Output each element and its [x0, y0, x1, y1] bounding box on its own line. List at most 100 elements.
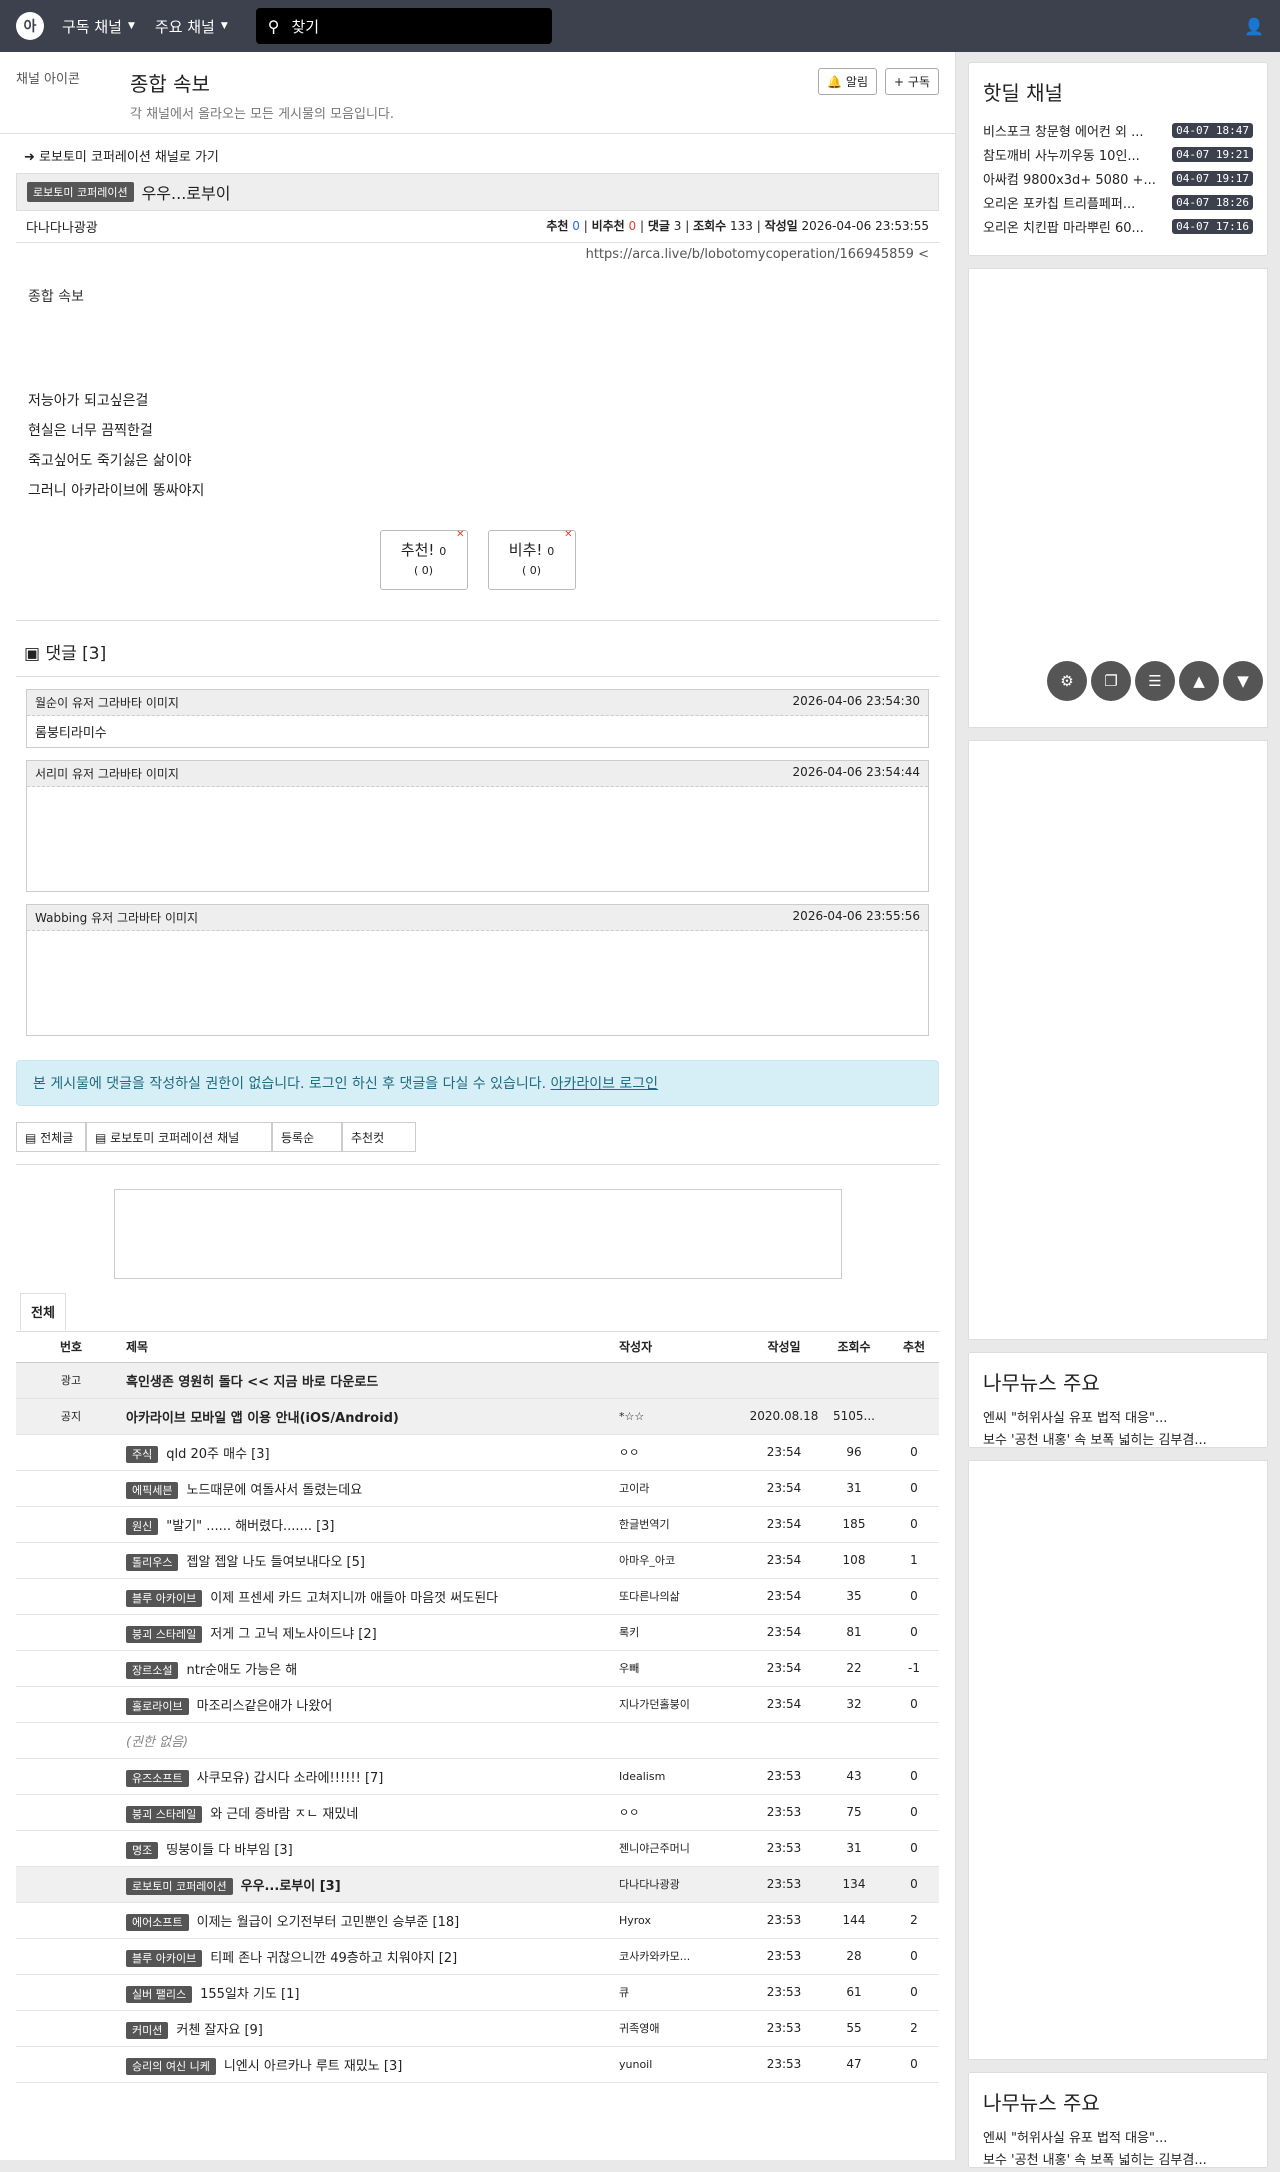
share-icon[interactable]: < — [918, 247, 929, 262]
table-row[interactable]: (권한 없음) — [16, 1722, 939, 1759]
category-badge[interactable]: 명조 — [126, 1841, 159, 1859]
table-row[interactable]: 붕괴 스타레일 와 근데 증바람 ㅈㄴ 재밌네 ㅇㅇ 23:53 75 0 — [16, 1794, 939, 1831]
table-row[interactable]: 에어소프트 이제는 월급이 오기전부터 고민뿐인 승부준 [18] Hyrox 23:… — [16, 1902, 939, 1939]
table-row[interactable]: 주식 qld 20주 매수 [3] ㅇㅇ 23:54 96 0 — [16, 1434, 939, 1471]
post-title[interactable]: 노드때문에 여돌사서 돌렸는데요 — [186, 1483, 362, 1498]
post-author[interactable]: 우빼 — [619, 1662, 639, 1675]
subscribe-button[interactable]: + 구독 — [885, 68, 939, 95]
banner-ad[interactable] — [113, 1189, 842, 1279]
category-badge[interactable]: 장르소설 — [126, 1661, 179, 1679]
category-badge[interactable]: 유즈소프트 — [126, 1769, 189, 1787]
comment-author[interactable]: Wabbing — [35, 911, 87, 925]
arrow-up-icon[interactable]: ▲ — [1179, 661, 1219, 701]
category-badge[interactable]: 로보토미 코퍼레이션 — [27, 182, 134, 202]
table-row[interactable]: 공지 아카라이브 모바일 앱 이용 안내(iOS/Android) *☆☆ 2020.… — [16, 1398, 939, 1435]
back-to-channel-link[interactable]: ➜ 로보토미 코퍼레이션 채널로 가기 — [16, 134, 939, 173]
hotdeal-item[interactable]: 오리온 포카칩 트리플페퍼... 04-07 18:26 — [983, 190, 1253, 214]
author-name[interactable]: 다나다나광광 — [26, 217, 98, 236]
news-item[interactable]: 엔씨 "허위사실 유포 법적 대응"... — [983, 1408, 1253, 1430]
post-title[interactable]: 이제 프센세 카드 고쳐지니까 애들아 마음껏 써도된다 — [210, 1591, 498, 1606]
post-title[interactable]: 마조리스같은애가 나왔어 — [197, 1699, 333, 1714]
post-title[interactable]: qld 20주 매수 [3] — [166, 1447, 269, 1462]
category-badge[interactable]: 로보토미 코퍼레이션 — [126, 1877, 233, 1895]
hotdeal-item[interactable]: 아싸컴 9800x3d+ 5080 +... 04-07 19:17 — [983, 166, 1253, 190]
comment-author[interactable]: 서리미 — [35, 767, 68, 781]
category-badge[interactable]: 붕괴 스타레일 — [126, 1805, 203, 1823]
table-row[interactable]: 로보토미 코퍼레이션 우우...로부이 [3] 다나다나광광 23:53 134 0 — [16, 1866, 939, 1903]
post-title[interactable]: 티페 존나 귀찮으니깐 49층하고 치워야지 [2] — [210, 1951, 457, 1966]
post-author[interactable]: 귀족영애 — [619, 2022, 659, 2035]
alarm-button[interactable]: 🔔 알림 — [818, 68, 878, 95]
side-ad[interactable]: ⚙ ❐ ☰ ▲ ▼ — [968, 268, 1268, 728]
post-author[interactable]: ㅇㅇ — [619, 1446, 639, 1459]
post-author[interactable]: 록키 — [619, 1626, 639, 1639]
news-item[interactable]: 보수 '공천 내홍' 속 보폭 넓히는 김부겸... — [983, 1430, 1253, 1452]
post-author[interactable]: *☆☆ — [619, 1410, 644, 1423]
article-url[interactable]: https://arca.live/b/lobotomycoperation/1… — [16, 243, 939, 266]
arrow-down-icon[interactable]: ▼ — [1223, 661, 1263, 701]
table-row[interactable]: 블루 아카이브 이제 프센세 카드 고쳐지니까 애들아 마음껏 써도된다 또다른나의… — [16, 1578, 939, 1615]
post-title[interactable]: 와 근데 증바람 ㅈㄴ 재밌네 — [210, 1807, 358, 1822]
list-icon[interactable]: ☰ — [1135, 661, 1175, 701]
post-author[interactable]: Idealism — [619, 1770, 665, 1783]
post-title[interactable]: 155일차 기도 [1] — [200, 1987, 299, 2002]
category-badge[interactable]: 에픽세븐 — [126, 1481, 179, 1499]
table-row[interactable]: 붕괴 스타레일 저게 그 고닉 제노사이드냐 [2] 록키 23:54 81 0 — [16, 1614, 939, 1651]
news-item[interactable]: 보수 '공천 내홍' 속 보폭 넓히는 김부겸... — [983, 2150, 1253, 2172]
downvote-button[interactable]: ✕ 비추! 0 ( 0) — [487, 529, 576, 590]
table-row[interactable]: 홀로라이브 마조리스같은애가 나왔어 지나가던홀붕이 23:54 32 0 — [16, 1686, 939, 1723]
category-badge[interactable]: 붕괴 스타레일 — [126, 1625, 203, 1643]
post-author[interactable]: ㅇㅇ — [619, 1806, 639, 1819]
post-title[interactable]: 우우...로부이 [3] — [241, 1879, 341, 1894]
logo-icon[interactable]: 아 — [16, 12, 44, 40]
comment-author[interactable]: 월순이 — [35, 696, 68, 710]
post-author[interactable]: 젠니야근주머니 — [619, 1842, 690, 1855]
sort-select[interactable]: 등록순 — [272, 1122, 342, 1152]
table-row[interactable]: 톨리우스 젭알 젭알 나도 들여보내다오 [5] 아마우_아코 23:54 108 1 — [16, 1542, 939, 1579]
board-title[interactable]: 종합 속보 — [130, 68, 394, 97]
table-row[interactable]: 승리의 여신 니케 니엔시 아르카나 루트 재밌노 [3] yunoil 23:53 4… — [16, 2046, 939, 2083]
table-row[interactable]: 실버 팰리스 155일차 기도 [1] 큐 23:53 61 0 — [16, 1974, 939, 2011]
side-ad[interactable] — [968, 740, 1268, 1340]
hotdeal-title[interactable]: 핫딜 채널 — [983, 77, 1253, 106]
post-author[interactable]: Hyrox — [619, 1914, 651, 1927]
post-author[interactable]: 아마우_아코 — [619, 1554, 675, 1567]
table-row[interactable]: 명조 띵붕이들 다 바부임 [3] 젠니야근주머니 23:53 31 0 — [16, 1830, 939, 1867]
copy-icon[interactable]: ❐ — [1091, 661, 1131, 701]
search-input[interactable]: ⚲ 찾기 — [255, 8, 552, 44]
post-author[interactable]: 고이라 — [619, 1482, 649, 1495]
news-title[interactable]: 나무뉴스 주요 — [983, 1367, 1253, 1396]
category-badge[interactable]: 승리의 여신 니케 — [126, 2057, 216, 2075]
post-title[interactable]: 저게 그 고닉 제노사이드냐 [2] — [210, 1627, 377, 1642]
table-row[interactable]: 유즈소프트 사쿠모유) 갑시다 소라에!!!!!! [7] Idealism 23:5… — [16, 1758, 939, 1795]
post-author[interactable]: 또다른나의삶 — [619, 1590, 680, 1603]
category-badge[interactable]: 주식 — [126, 1445, 159, 1463]
hotdeal-item[interactable]: 참도깨비 사누끼우동 10인... 04-07 19:21 — [983, 142, 1253, 166]
news-item[interactable]: 엔씨 "허위사실 유포 법적 대응"... — [983, 2128, 1253, 2150]
post-author[interactable]: yunoil — [619, 2058, 652, 2071]
post-title[interactable]: 젭알 젭알 나도 들여보내다오 [5] — [186, 1555, 364, 1570]
category-badge[interactable]: 홀로라이브 — [126, 1697, 189, 1715]
hotdeal-item[interactable]: 오리온 치킨팝 마라뿌린 60... 04-07 17:16 — [983, 214, 1253, 238]
post-title[interactable]: 흑인생존 영원히 돌다 << 지금 바로 다운로드 — [126, 1375, 378, 1390]
category-badge[interactable]: 블루 아카이브 — [126, 1949, 203, 1967]
category-badge[interactable]: 원신 — [126, 1517, 159, 1535]
post-title[interactable]: 니엔시 아르카나 루트 재밌노 [3] — [224, 2059, 402, 2074]
user-icon[interactable]: 👤 — [1244, 17, 1264, 36]
category-badge[interactable]: 톨리우스 — [126, 1553, 179, 1571]
post-author[interactable]: 코사카와카모... — [619, 1950, 690, 1963]
post-title[interactable]: "발기" ...... 해버렸다....... [3] — [166, 1519, 334, 1534]
filter-all-button[interactable]: ▤ 전체글 — [16, 1122, 86, 1152]
main-channels-menu[interactable]: 주요 채널 ▼ — [155, 16, 228, 37]
category-badge[interactable]: 에어소프트 — [126, 1913, 189, 1931]
table-row[interactable]: 커미션 커첸 잘자요 [9] 귀족영애 23:53 55 2 — [16, 2010, 939, 2047]
post-author[interactable]: 다나다나광광 — [619, 1878, 680, 1891]
side-ad[interactable] — [968, 1460, 1268, 2060]
post-title[interactable]: 이제는 월급이 오기전부터 고민뿐인 승부준 [18] — [197, 1915, 460, 1930]
post-title[interactable]: ntr순애도 가능은 해 — [186, 1663, 297, 1678]
settings-icon[interactable]: ⚙ — [1047, 661, 1087, 701]
news-title[interactable]: 나무뉴스 주요 — [983, 2087, 1253, 2116]
table-row[interactable]: 원신 "발기" ...... 해버렸다....... [3] 한글번역기 23:54 1… — [16, 1506, 939, 1543]
filter-channel-button[interactable]: ▤ 로보토미 코퍼레이션 채널 — [86, 1122, 272, 1152]
post-title[interactable]: 아카라이브 모바일 앱 이용 안내(iOS/Android) — [126, 1411, 399, 1426]
